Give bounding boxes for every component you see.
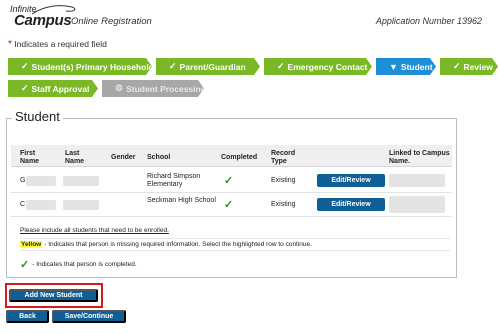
col-last-name: Last Name xyxy=(65,150,85,165)
step-label: Student Processing xyxy=(126,83,206,94)
chevron-down-icon: ▼ xyxy=(389,61,398,72)
gear-icon: ⚙ xyxy=(115,83,124,93)
enroll-all-students-link[interactable]: Please include all students that need to… xyxy=(20,227,169,234)
add-new-student-button[interactable]: Add New Student xyxy=(9,289,98,302)
completed-check-icon: ✓ xyxy=(224,175,234,187)
step-parent-guardian[interactable]: ✓ Parent/Guardian xyxy=(156,58,260,75)
edit-review-button[interactable]: Edit/Review xyxy=(317,174,385,187)
step-review[interactable]: ✓ Review xyxy=(440,58,498,75)
save-continue-button[interactable]: Save/Continue xyxy=(52,310,126,323)
infinite-campus-logo: Infinite Campus Online Registration xyxy=(4,4,154,34)
step-staff-approval[interactable]: ✓ Staff Approval xyxy=(8,80,98,97)
table-row[interactable]: C Seckman High School ✓ Existing Edit/Re… xyxy=(11,193,452,217)
col-first-name: First Name xyxy=(20,150,40,165)
record-type-cell: Existing xyxy=(271,201,296,208)
col-school: School xyxy=(147,154,171,161)
step-label: Student(s) Primary Household xyxy=(31,61,154,72)
redacted-first-name xyxy=(26,176,56,186)
record-type-cell: Existing xyxy=(271,177,296,184)
registration-steps: ✓ Student(s) Primary Household ✓ Parent/… xyxy=(8,58,498,100)
yellow-label: Yellow xyxy=(20,241,43,248)
check-icon: ✓ xyxy=(20,259,30,271)
step-label: Review xyxy=(463,61,493,72)
student-section-title: Student xyxy=(12,109,63,124)
logo-subtitle: Online Registration xyxy=(71,16,152,27)
required-note-text: Indicates a required field xyxy=(14,39,107,49)
logo-text-campus: Campus xyxy=(14,12,72,29)
step-student-processing: ⚙ Student Processing xyxy=(102,80,204,97)
application-number: Application Number 13962 xyxy=(375,16,482,26)
yellow-legend-text: - Indicates that person is missing requi… xyxy=(44,241,312,248)
col-linked-campus-name: Linked to Campus Name. xyxy=(389,150,450,165)
table-row[interactable]: G Richard Simpson Elementary ✓ Existing … xyxy=(11,169,452,193)
col-completed: Completed xyxy=(221,154,258,161)
required-star: * xyxy=(8,39,12,50)
required-field-note: * Indicates a required field xyxy=(8,39,107,50)
step-label: Student xyxy=(400,61,433,72)
back-button[interactable]: Back xyxy=(6,310,49,323)
step-label: Emergency Contact xyxy=(287,61,368,72)
first-name-cell: G xyxy=(20,177,26,184)
redacted-last-name xyxy=(63,200,99,210)
completed-legend: ✓ - Indicates that person is completed. xyxy=(20,258,137,271)
yellow-legend: Yellow - Indicates that person is missin… xyxy=(20,238,450,251)
step-label: Staff Approval xyxy=(31,83,90,94)
completed-check-icon: ✓ xyxy=(224,199,234,211)
redacted-first-name xyxy=(26,200,56,210)
redacted-linked-name xyxy=(389,196,445,213)
col-record-type: Record Type xyxy=(271,150,296,165)
table-header: First Name Last Name Gender School Compl… xyxy=(11,145,452,167)
step-emergency-contact[interactable]: ✓ Emergency Contact xyxy=(264,58,372,75)
check-icon: ✓ xyxy=(277,61,285,71)
completed-legend-text: - Indicates that person is completed. xyxy=(32,261,137,268)
check-icon: ✓ xyxy=(453,61,461,71)
check-icon: ✓ xyxy=(169,61,177,71)
check-icon: ✓ xyxy=(21,61,29,71)
step-label: Parent/Guardian xyxy=(179,61,246,72)
col-gender: Gender xyxy=(111,154,136,161)
school-cell: Richard Simpson Elementary xyxy=(147,173,201,188)
step-primary-household[interactable]: ✓ Student(s) Primary Household xyxy=(8,58,152,75)
check-icon: ✓ xyxy=(21,83,29,93)
first-name-cell: C xyxy=(20,201,26,208)
edit-review-button[interactable]: Edit/Review xyxy=(317,198,385,211)
step-student[interactable]: ▼ Student xyxy=(376,58,436,75)
redacted-last-name xyxy=(63,176,99,186)
redacted-linked-name xyxy=(389,174,445,187)
school-cell: Seckman High School xyxy=(147,197,216,204)
